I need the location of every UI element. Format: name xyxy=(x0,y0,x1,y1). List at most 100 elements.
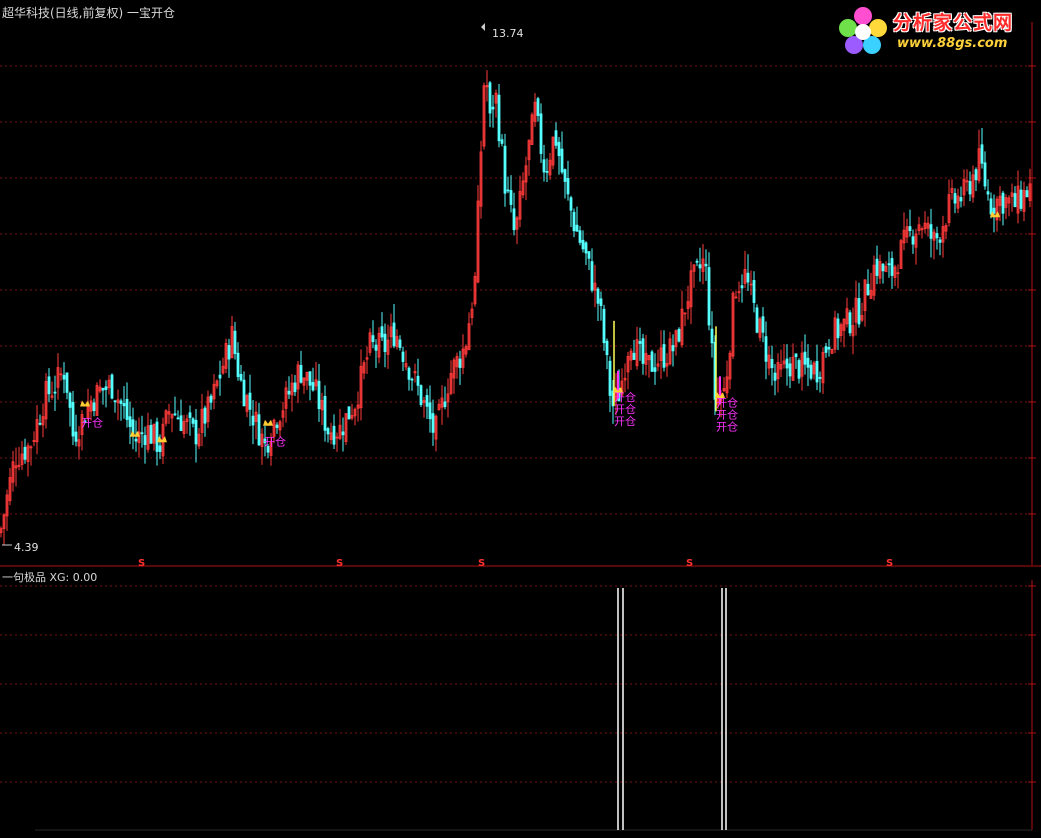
candle-body xyxy=(341,431,345,436)
candle-body xyxy=(788,363,792,377)
candle-body xyxy=(836,318,840,339)
candle-body xyxy=(47,376,51,395)
candle-body xyxy=(545,170,549,173)
candle-body xyxy=(806,357,810,368)
candle-body xyxy=(140,432,144,435)
candle-body xyxy=(149,424,153,444)
candle-body xyxy=(179,415,183,432)
indicator-title: 一句极品 XG: 0.00 xyxy=(2,569,97,585)
candle-body xyxy=(566,178,570,195)
candle-body xyxy=(242,379,246,407)
candle-body xyxy=(509,190,513,205)
signal-label: 开仓 xyxy=(81,416,103,430)
candle-body xyxy=(827,346,831,350)
candle-body xyxy=(71,401,75,437)
candle-body xyxy=(491,106,495,110)
candle-body xyxy=(632,352,636,360)
candle-body xyxy=(755,307,759,333)
signal-label: 开仓 xyxy=(614,414,636,428)
candle-body xyxy=(590,261,594,291)
candle-body xyxy=(695,260,699,263)
candle-body xyxy=(92,402,96,411)
candle-body xyxy=(443,401,447,408)
candle-body xyxy=(410,378,414,381)
candle-body xyxy=(986,191,990,195)
candle-body xyxy=(650,351,654,372)
candle-body xyxy=(599,298,603,306)
signal-label: 开仓 xyxy=(614,402,636,416)
indicator-bars xyxy=(617,588,727,830)
candle-body xyxy=(191,418,195,424)
candle-body xyxy=(890,258,894,276)
candle-body xyxy=(125,398,129,420)
candle-body xyxy=(194,419,198,445)
candle-body xyxy=(740,285,744,289)
candle-body xyxy=(401,351,405,362)
candle-body xyxy=(572,211,576,232)
candle-body xyxy=(122,403,126,407)
candle-body xyxy=(746,272,750,283)
candle-body xyxy=(1025,190,1029,198)
candle-body xyxy=(392,322,396,347)
indicator-grid xyxy=(0,585,1036,783)
indicator-label: 一句极品 xyxy=(2,571,46,584)
candle-body xyxy=(887,263,891,266)
candle-body xyxy=(419,385,423,406)
main-grid xyxy=(0,65,1036,515)
candle-body xyxy=(110,374,114,399)
candle-body xyxy=(497,94,501,142)
candle-body xyxy=(980,144,984,164)
candle-body xyxy=(596,288,600,304)
candle-body xyxy=(641,338,645,364)
candle-body xyxy=(287,390,291,395)
crown-icon xyxy=(263,419,273,426)
candle-body xyxy=(773,372,777,381)
candle-body xyxy=(602,308,606,344)
candle-body xyxy=(542,159,546,173)
candle-body xyxy=(563,169,567,182)
candle-body xyxy=(68,392,72,408)
high-label: 13.74 xyxy=(492,27,524,40)
candle-body xyxy=(257,414,261,446)
candle-body xyxy=(38,422,42,425)
dividend-marker: S xyxy=(886,558,893,569)
candle-body xyxy=(662,344,666,368)
candle-body xyxy=(752,279,756,303)
candle-body xyxy=(104,386,108,390)
candle-body xyxy=(1019,189,1023,209)
candle-body xyxy=(587,251,591,259)
candle-body xyxy=(710,328,714,344)
candle-body xyxy=(248,392,252,410)
signal-label: 开仓 xyxy=(716,407,738,421)
candle-body xyxy=(848,312,852,334)
indicator-value: XG: 0.00 xyxy=(49,571,98,584)
candle-body xyxy=(488,82,492,114)
candle-body xyxy=(332,425,336,445)
candle-body xyxy=(143,435,147,445)
signal-label: 开仓 xyxy=(614,390,636,404)
candle-body xyxy=(218,374,222,379)
candle-body xyxy=(65,372,69,393)
candle-body xyxy=(881,263,885,272)
dividend-markers: SSSSS xyxy=(138,558,893,569)
candle-body xyxy=(239,374,243,381)
candle-body xyxy=(407,367,411,380)
candle-body xyxy=(581,239,585,250)
price-chart[interactable]: 开仓开仓开仓开仓开仓开仓开仓开仓 SSSSS 13.74 4.39 xyxy=(0,0,1041,838)
candle-body xyxy=(506,189,510,192)
candle-body xyxy=(425,395,429,407)
candle-body xyxy=(1001,192,1005,214)
candle-body xyxy=(323,395,327,431)
candle-body xyxy=(764,336,768,362)
dividend-marker: S xyxy=(336,558,343,569)
candle-body xyxy=(653,367,657,372)
candle-body xyxy=(857,298,861,325)
candle-body xyxy=(989,198,993,215)
candle-body xyxy=(209,395,213,403)
candle-body xyxy=(638,341,642,344)
candle-body xyxy=(383,333,387,353)
candle-body xyxy=(968,181,972,195)
dividend-marker: S xyxy=(478,558,485,569)
candle-body xyxy=(770,358,774,369)
candle-body xyxy=(119,400,123,404)
